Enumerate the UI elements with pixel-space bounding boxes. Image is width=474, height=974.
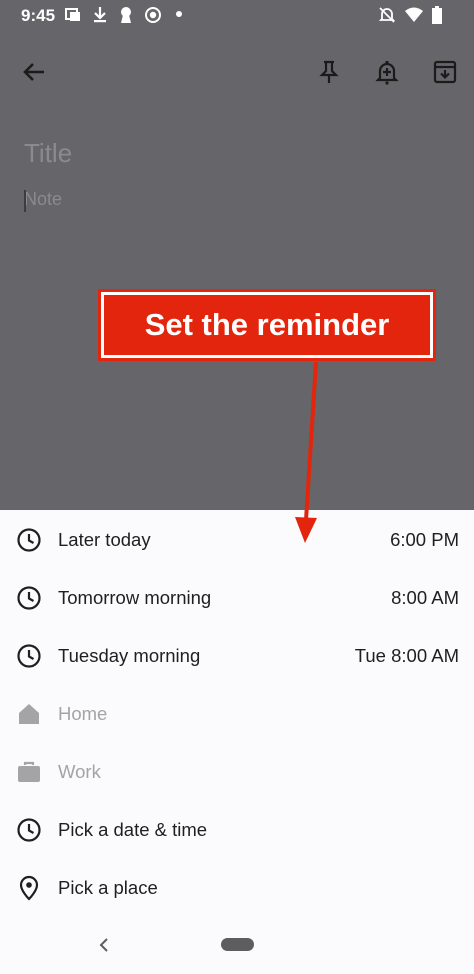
reminder-option-tuesday-morning[interactable]: Tuesday morning Tue 8:00 AM [0,626,474,684]
reminder-option-label: Home [58,703,108,724]
reminder-option-time: 8:00 AM [391,587,459,608]
annotation-callout: Set the reminder [98,289,436,361]
clock-icon [17,586,41,610]
reminder-option-label: Pick a date & time [58,819,208,840]
add-reminder-icon[interactable] [373,58,401,86]
nav-home-pill[interactable] [221,938,254,951]
download-icon [94,7,106,23]
system-nav-bar [0,918,474,974]
app-bar [0,40,474,104]
reminder-option-tomorrow-morning[interactable]: Tomorrow morning 8:00 AM [0,568,474,626]
reminder-option-home[interactable]: Home [0,684,474,742]
bell-off-icon [378,7,396,23]
status-time: 9:45 [21,6,56,25]
reminder-option-later-today[interactable]: Later today 6:00 PM [0,510,474,568]
clock-icon [17,818,41,842]
clock-icon [17,528,41,552]
home-icon [19,704,39,724]
reminder-option-time: Tue 8:00 AM [354,645,459,666]
note-title-input[interactable]: Title [24,138,72,169]
battery-icon [432,6,442,24]
reminder-option-time: 6:00 PM [390,529,459,550]
reminder-option-pick-date-time[interactable]: Pick a date & time [0,800,474,858]
notification-dot-icon [176,11,182,17]
note-body-input[interactable]: Note [24,189,62,210]
record-icon [145,7,161,23]
back-arrow-icon[interactable] [20,58,48,86]
text-cursor [24,190,26,212]
reminder-option-label: Later today [58,529,151,550]
reminder-option-pick-place[interactable]: Pick a place [0,858,474,916]
reminder-option-label: Tomorrow morning [58,587,212,608]
pin-icon[interactable] [315,58,343,86]
keyhole-icon [121,7,131,23]
screen-cast-icon [65,8,80,21]
reminder-bottom-sheet: Later today 6:00 PM Tomorrow morning 8:0… [0,510,474,974]
location-pin-icon [19,875,39,901]
reminder-option-work[interactable]: Work [0,742,474,800]
reminder-option-label: Work [58,761,101,782]
annotation-callout-text: Set the reminder [101,292,433,358]
status-bar: 9:45 [0,0,474,32]
briefcase-icon [18,761,40,782]
clock-icon [17,644,41,668]
reminder-option-label: Tuesday morning [58,645,201,666]
nav-back-icon[interactable] [96,935,112,955]
reminder-option-label: Pick a place [58,877,158,898]
archive-icon[interactable] [431,58,459,86]
wifi-icon [405,7,423,22]
